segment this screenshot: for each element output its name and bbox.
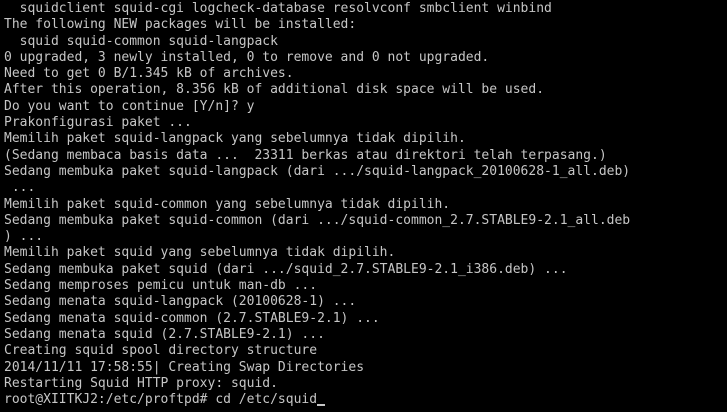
terminal-line: 2014/11/11 17:58:55| Creating Swap Direc…: [4, 359, 365, 375]
terminal-line: Prakonfigurasi paket ...: [4, 115, 192, 131]
terminal-line: squid squid-common squid-langpack: [4, 33, 278, 49]
terminal-line: Sedang memproses pemicu untuk man-db ...: [4, 278, 318, 294]
terminal-line: Sedang membuka paket squid (dari .../squ…: [4, 261, 568, 277]
terminal-line: Need to get 0 B/1.345 kB of archives.: [4, 66, 294, 82]
terminal-line: ...: [4, 180, 36, 196]
terminal-window[interactable]: squidclient squid-cgi logcheck-database …: [0, 0, 727, 412]
prompt-command-text[interactable]: root@XIITKJ2:/etc/proftpd# cd /etc/squid: [4, 392, 317, 408]
terminal-line: Sedang menata squid-langpack (20100628-1…: [4, 294, 357, 310]
terminal-line: Sedang menata squid-common (2.7.STABLE9-…: [4, 310, 380, 326]
terminal-line: Sedang membuka paket squid-langpack (dar…: [4, 163, 631, 179]
terminal-line: Sedang membuka paket squid-common (dari …: [4, 212, 631, 228]
command-prompt-line[interactable]: root@XIITKJ2:/etc/proftpd# cd /etc/squid: [4, 392, 727, 408]
text-cursor: [317, 404, 326, 407]
terminal-line: Memilih paket squid yang sebelumnya tida…: [4, 245, 396, 261]
terminal-line: Sedang menata squid (2.7.STABLE9-2.1) ..…: [4, 326, 325, 342]
terminal-line: (Sedang membaca basis data ... 23311 ber…: [4, 147, 607, 163]
terminal-line: 0 upgraded, 3 newly installed, 0 to remo…: [4, 49, 490, 65]
terminal-line: Creating squid spool directory structure: [4, 343, 318, 359]
terminal-line: ) ...: [4, 229, 44, 245]
terminal-line: The following NEW packages will be insta…: [4, 17, 357, 33]
terminal-output: squidclient squid-cgi logcheck-database …: [4, 1, 727, 408]
terminal-line: squidclient squid-cgi logcheck-database …: [4, 1, 552, 16]
terminal-line: Restarting Squid HTTP proxy: squid.: [4, 375, 278, 391]
terminal-line: Do you want to continue [Y/n]? y: [4, 98, 255, 114]
terminal-line: Memilih paket squid-langpack yang sebelu…: [4, 131, 466, 147]
terminal-line: After this operation, 8.356 kB of additi…: [4, 82, 545, 98]
terminal-line: Memilih paket squid-common yang sebelumn…: [4, 196, 451, 212]
